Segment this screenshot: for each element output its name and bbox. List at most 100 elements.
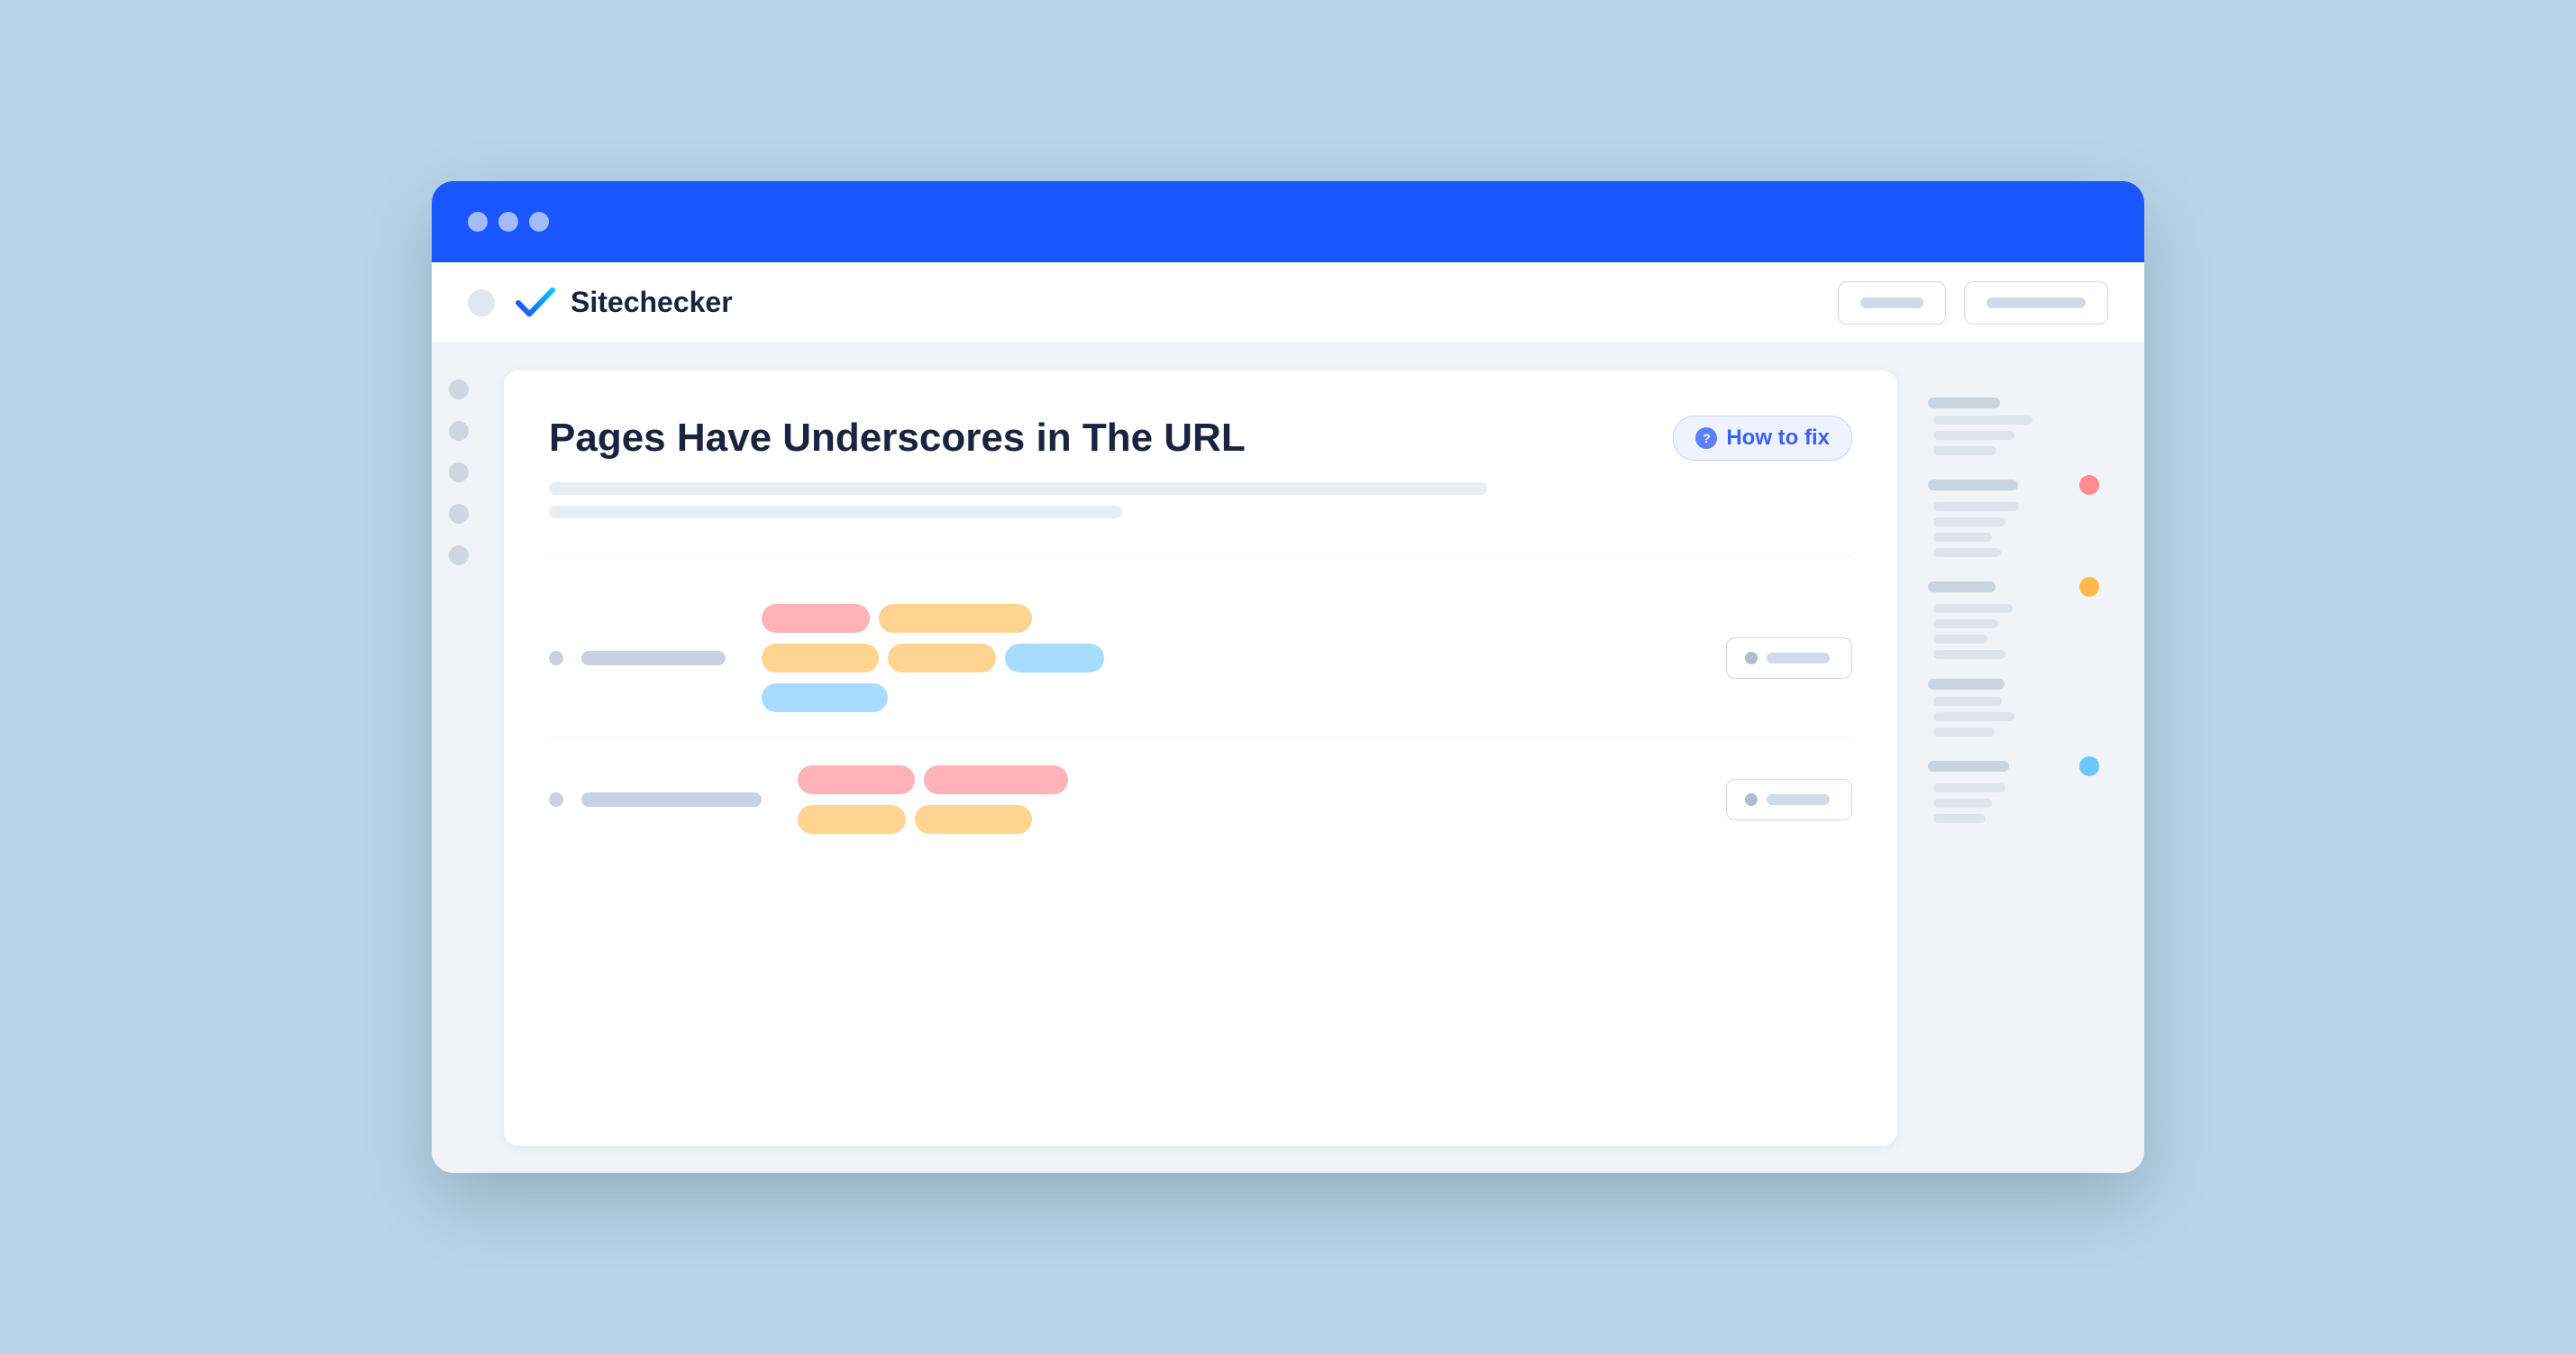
rs-sub-bar-2-3 [1933, 533, 1992, 542]
rs-sub-bar-1-2 [1933, 431, 2014, 440]
rs-row-2 [1928, 475, 2099, 495]
browser-dot-1 [468, 212, 488, 232]
sidebar-dot-4 [449, 504, 469, 524]
rs-main-bar-3 [1928, 581, 1996, 592]
rs-sub-bar-3-3 [1933, 635, 1987, 644]
browser-window: Sitechecker [432, 181, 2144, 1173]
rs-sub-4 [1928, 697, 2099, 736]
rs-sub-bar-1-1 [1933, 416, 2032, 425]
nav-button-2[interactable] [1964, 281, 2108, 325]
tags-line-2-2 [798, 805, 1708, 834]
tags-line-1-3 [762, 683, 1708, 712]
rs-badge-orange [2079, 577, 2099, 597]
rs-group-1 [1928, 398, 2099, 455]
rs-sub-bar-2-1 [1933, 502, 2019, 511]
rs-badge-red [2079, 475, 2099, 495]
right-sidebar [1919, 371, 2117, 1146]
table-row-2 [549, 740, 1852, 859]
tag-orange-2 [762, 644, 879, 672]
browser-titlebar [432, 181, 2144, 262]
rs-sub-bar-5-2 [1933, 799, 1992, 808]
browser-navbar: Sitechecker [432, 262, 2144, 343]
browser-content: Sitechecker [432, 262, 2144, 1173]
logo-icon [513, 286, 558, 320]
browser-dot-3 [529, 212, 549, 232]
tag-blue-1 [1005, 644, 1104, 672]
how-to-fix-button[interactable]: ? How to fix [1673, 416, 1852, 461]
rs-sub-bar-3-4 [1933, 650, 2005, 659]
rs-sub-bar-3-2 [1933, 619, 1998, 628]
rs-group-5 [1928, 756, 2099, 823]
main-content: Pages Have Underscores in The URL ? How … [486, 343, 2144, 1173]
rs-group-2 [1928, 475, 2099, 557]
sidebar-dot-3 [449, 462, 469, 482]
rs-main-bar-2 [1928, 480, 2018, 490]
main-body: Pages Have Underscores in The URL ? How … [432, 343, 2144, 1173]
rs-row-1 [1928, 398, 2099, 408]
logo-text: Sitechecker [571, 286, 733, 319]
rs-sub-3 [1928, 604, 2099, 659]
tags-line-1-1 [762, 604, 1708, 633]
card-header: Pages Have Underscores in The URL ? How … [549, 416, 1852, 461]
rs-row-3 [1928, 577, 2099, 597]
description-bars [549, 482, 1852, 529]
row-indicator-1 [549, 651, 563, 665]
rs-sub-bar-4-1 [1933, 697, 2002, 706]
table-row [549, 579, 1852, 738]
rs-row-4 [1928, 679, 2099, 690]
rs-main-bar-5 [1928, 761, 2009, 772]
browser-dots [468, 212, 549, 232]
tag-pink-3 [924, 765, 1068, 794]
nav-btn-bar-1 [1860, 297, 1923, 308]
rs-badge-blue [2079, 756, 2099, 776]
rs-group-4 [1928, 679, 2099, 736]
rs-main-bar-1 [1928, 398, 2000, 408]
tags-line-2-1 [798, 765, 1708, 794]
row-action-1[interactable] [1726, 637, 1852, 679]
question-mark: ? [1703, 431, 1711, 445]
row-label-2 [581, 792, 762, 807]
rs-sub-bar-4-3 [1933, 727, 1995, 736]
separator [549, 556, 1852, 557]
rs-sub-2 [1928, 502, 2099, 557]
tag-orange-3 [888, 644, 996, 672]
desc-bar-2 [549, 506, 1122, 518]
left-sidebar [432, 343, 486, 1173]
nav-btn-bar-2 [1987, 297, 2086, 308]
how-to-fix-icon: ? [1695, 427, 1717, 449]
sidebar-dot-1 [449, 380, 469, 399]
row-tags-1 [762, 604, 1708, 712]
tag-blue-2 [762, 683, 888, 712]
browser-dot-2 [498, 212, 518, 232]
rs-sub-bar-5-3 [1933, 814, 1986, 823]
sidebar-dot-5 [449, 545, 469, 565]
row-action-2[interactable] [1726, 779, 1852, 820]
rs-sub-bar-2-2 [1933, 517, 2005, 526]
tag-pink-2 [798, 765, 915, 794]
card-title: Pages Have Underscores in The URL [549, 416, 1651, 461]
rs-sub-bar-4-2 [1933, 712, 2014, 721]
tags-line-1-2 [762, 644, 1708, 672]
rs-sub-1 [1928, 416, 2099, 455]
action-bar-1 [1767, 653, 1830, 663]
rs-sub-5 [1928, 783, 2099, 823]
action-bar-2 [1767, 794, 1830, 805]
how-to-fix-label: How to fix [1726, 425, 1830, 451]
tag-pink-1 [762, 604, 870, 633]
row-indicator-2 [549, 792, 563, 807]
rs-sub-bar-3-1 [1933, 604, 2013, 613]
sidebar-dot-2 [449, 421, 469, 441]
rs-group-3 [1928, 577, 2099, 659]
rs-main-bar-4 [1928, 679, 2005, 690]
tag-orange-1 [879, 604, 1032, 633]
rs-sub-bar-5-1 [1933, 783, 2005, 792]
action-dot-1 [1745, 652, 1758, 664]
logo-area: Sitechecker [513, 286, 733, 320]
nav-button-1[interactable] [1838, 281, 1946, 325]
rs-row-5 [1928, 756, 2099, 776]
content-card: Pages Have Underscores in The URL ? How … [504, 371, 1897, 1146]
tag-orange-4 [798, 805, 906, 834]
table-area [549, 579, 1852, 1110]
tag-orange-5 [915, 805, 1032, 834]
nav-back-circle [468, 289, 495, 316]
